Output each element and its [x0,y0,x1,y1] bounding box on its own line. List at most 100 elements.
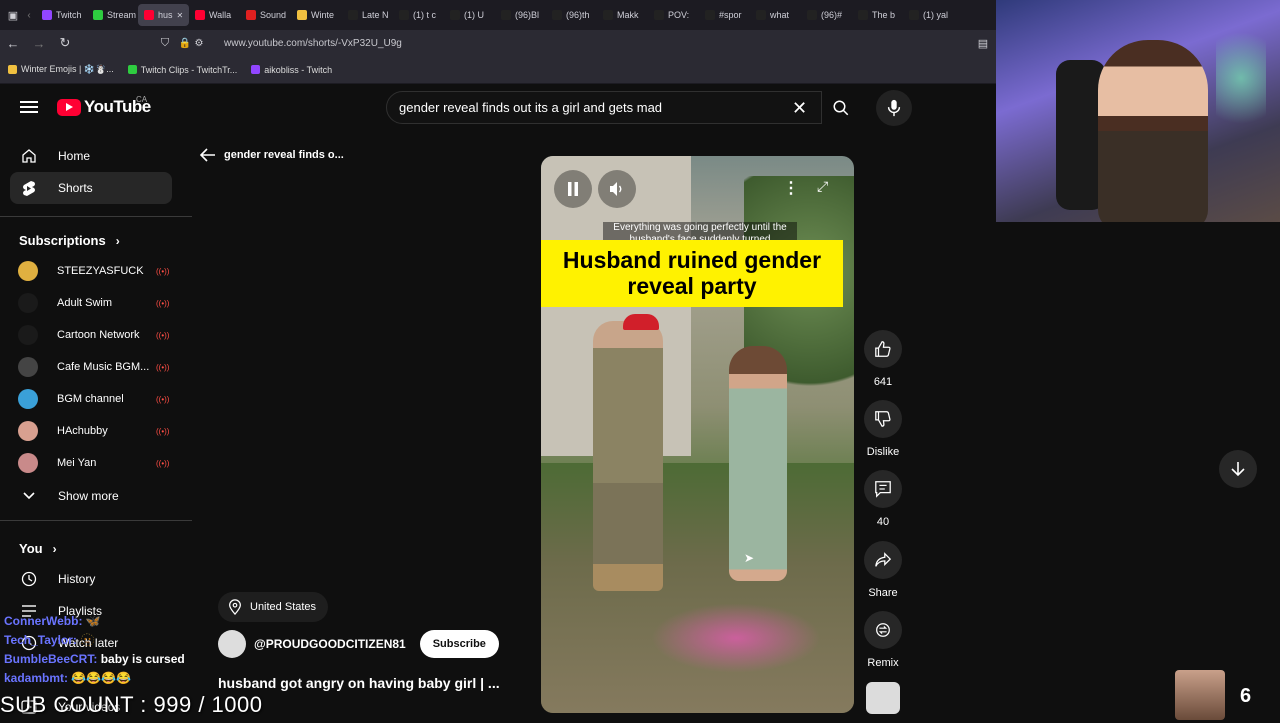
you-title: You [19,541,43,556]
you-heading[interactable]: You › [19,541,57,556]
youtube-logo[interactable]: YouTube CA [57,95,151,117]
cursor-icon: ➤ [744,551,755,565]
share-button[interactable]: Share [864,541,902,599]
browser-tab[interactable]: hus ✕ [138,4,189,26]
show-more-button[interactable]: Show more [10,480,172,512]
sidebar-item-shorts[interactable]: Shorts [10,172,172,204]
chat-text: 🫥 [80,633,96,647]
tab-label: Stream [107,10,137,20]
browser-tab[interactable]: #spor [699,4,750,26]
subscription-item[interactable]: Adult Swim ((•)) [18,288,169,318]
sidebar-item-label: Home [58,149,91,163]
subscription-item[interactable]: Mei Yan ((•)) [18,448,169,478]
share-label: Share [868,587,898,599]
comments-button[interactable]: 40 [864,470,902,528]
clear-search-icon[interactable]: ✕ [792,98,807,119]
browser-tab[interactable]: (1) yal [903,4,954,26]
dislike-label: Dislike [866,446,900,458]
back-arrow-icon[interactable]: ← [0,36,26,51]
sidebar-divider [0,216,192,217]
fullscreen-icon[interactable]: ⤢ [817,178,828,195]
browser-tab[interactable]: (96)# [801,4,852,26]
channel-handle[interactable]: @PROUDGOODCITIZEN81 [254,637,406,651]
sound-thumbnail[interactable] [866,682,900,714]
channel-row: @PROUDGOODCITIZEN81 Subscribe [218,630,499,658]
browser-tab[interactable]: Sound [240,4,291,26]
arrow-down-icon [1231,462,1245,477]
sidebar-item-home[interactable]: Home [10,140,172,172]
subscription-item[interactable]: STEEZYASFUCK ((•)) [18,256,169,286]
browser-tab[interactable]: Makk [597,4,648,26]
tab-favicon [603,10,613,20]
pause-button[interactable] [554,170,592,208]
subscription-name: Cafe Music BGM... [57,361,150,373]
permissions-icon[interactable]: ⚙ [192,38,206,49]
reload-icon[interactable]: ↻ [52,35,78,51]
address-bar[interactable]: www.youtube.com/shorts/-VxP32U_U9g [224,38,402,49]
search-button[interactable] [822,91,860,124]
more-options-icon[interactable]: ⋮ [783,178,799,198]
tab-overview-icon[interactable]: ▣ [4,9,22,22]
subscribe-button[interactable]: Subscribe [419,630,499,658]
browser-tab[interactable]: (96)Bl [495,4,546,26]
tab-favicon [705,10,715,20]
tab-label: The b [872,10,896,20]
browser-tab[interactable]: (96)th [546,4,597,26]
subscription-item[interactable]: BGM channel ((•)) [18,384,169,414]
browser-tab[interactable]: POV: [648,4,699,26]
tab-favicon [93,10,103,20]
close-tab-icon[interactable]: ✕ [177,11,184,20]
logo-region: CA [136,95,148,104]
menu-icon[interactable] [20,98,38,116]
chevron-left-icon[interactable]: ‹ [22,10,36,21]
back-to-results[interactable]: gender reveal finds o... [200,148,344,162]
chevron-right-icon: › [52,541,57,556]
browser-tab[interactable]: The b [852,4,903,26]
location-chip[interactable]: United States [218,592,329,622]
browser-tab[interactable]: Walla [189,4,240,26]
search-input[interactable]: gender reveal finds out its a girl and g… [386,91,822,124]
forward-arrow-icon[interactable]: → [26,36,52,51]
browser-tab[interactable]: Late N [342,4,393,26]
shield-icon[interactable]: ⛉ [152,37,178,50]
volume-button[interactable] [598,170,636,208]
voice-search-button[interactable] [876,90,912,126]
overlay-counter: 6 [1240,685,1252,707]
remix-button[interactable]: Remix [864,611,902,669]
browser-tab[interactable]: (1) U [444,4,495,26]
next-short-button[interactable] [1219,450,1257,488]
channel-avatar [18,389,38,409]
short-title[interactable]: husband got angry on having baby girl | … [218,675,500,691]
browser-tab[interactable]: what [750,4,801,26]
bookmark-twitch-clips[interactable]: Twitch Clips - TwitchTr... [127,65,237,75]
browser-tab[interactable]: (1) t c [393,4,444,26]
short-video-player[interactable]: ⋮ ⤢ Everything was going perfectly until… [541,156,854,713]
browser-tab[interactable]: Stream [87,4,138,26]
live-icon: ((•)) [156,427,170,436]
bookmark-label: aikobliss - Twitch [264,64,333,75]
subscription-item[interactable]: HAchubby ((•)) [18,416,170,446]
browser-tab[interactable]: Twitch [36,4,87,26]
subscription-item[interactable]: Cartoon Network ((•)) [18,320,169,350]
dislike-button[interactable]: Dislike [864,400,902,458]
sidebar-item-history[interactable]: History [10,563,172,595]
subscriptions-heading[interactable]: Subscriptions › [19,233,120,248]
video-title-banner: Husband ruined gender reveal party [541,240,843,307]
bookmark-aikobliss[interactable]: aikobliss - Twitch [251,65,332,75]
reader-view-icon[interactable]: ▤ [970,37,996,50]
tab-favicon [246,10,256,20]
browser-tab[interactable]: Winte [291,4,342,26]
tab-label: (96)Bl [515,10,540,20]
tab-label: (1) yal [923,10,949,20]
channel-avatar[interactable] [218,630,246,658]
location-pin-icon [229,599,241,615]
video-scene-pink-petals [651,603,821,673]
like-button[interactable]: 641 [864,330,902,388]
tab-label: (96)# [821,10,843,20]
bookmark-winter-emojis[interactable]: Winter Emojis | ❄️☃️... [8,64,114,75]
video-scene-man [593,321,663,591]
subscription-item[interactable]: Cafe Music BGM... ((•)) [18,352,169,382]
bookmarks-bar: Winter Emojis | ❄️☃️... Twitch Clips - T… [0,56,996,84]
tab-favicon [858,10,868,20]
chevron-right-icon: › [115,233,120,248]
